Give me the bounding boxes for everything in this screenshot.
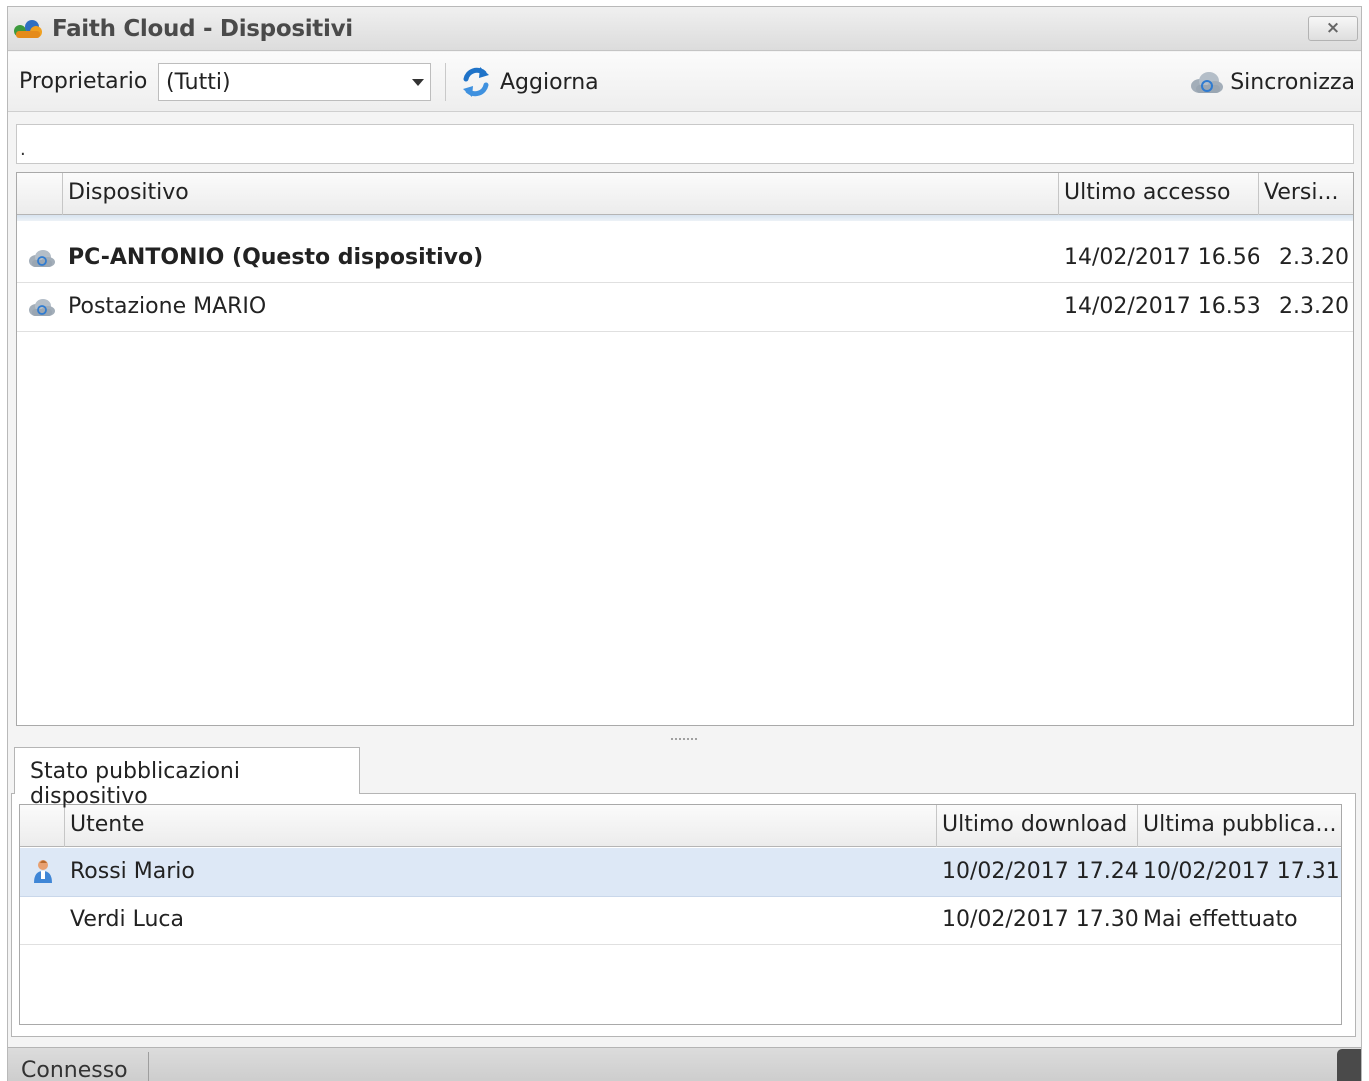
resize-grip-icon[interactable]: [1337, 1049, 1361, 1081]
toolbar-divider: [445, 63, 446, 101]
device-version: 2.3.20: [1279, 245, 1349, 270]
cloud-sync-icon: [29, 299, 55, 316]
device-name: PC-ANTONIO (Questo dispositivo): [68, 245, 484, 270]
column-header-last-publication[interactable]: Ultima pubblica...: [1138, 805, 1341, 847]
user-last-download: 10/02/2017 17.30: [942, 907, 1138, 932]
filter-value: .: [20, 139, 26, 160]
cloud-sync-icon: [1191, 72, 1224, 93]
users-grid-header: Utente Ultimo download Ultima pubblica..…: [20, 805, 1341, 847]
user-last-publication: Mai effettuato: [1143, 907, 1298, 932]
panel-splitter[interactable]: [671, 738, 697, 741]
header-separator: [17, 215, 1353, 221]
column-header-last-access[interactable]: Ultimo accesso: [1059, 173, 1259, 215]
user-row[interactable]: Rossi Mario 10/02/2017 17.24 10/02/2017 …: [20, 848, 1341, 897]
title-bar: Faith Cloud - Dispositivi ×: [8, 7, 1361, 51]
column-header-last-download[interactable]: Ultimo download: [937, 805, 1138, 847]
devices-grid-header: Dispositivo Ultimo accesso Versi...: [17, 173, 1353, 215]
toolbar: Proprietario (Tutti) Aggiorna Sincronizz…: [8, 52, 1361, 112]
refresh-icon: [463, 67, 489, 97]
refresh-label: Aggiorna: [500, 69, 599, 95]
devices-indicator-header: [17, 173, 63, 215]
device-name: Postazione MARIO: [68, 294, 267, 319]
owner-select[interactable]: (Tutti): [158, 63, 431, 101]
device-row[interactable]: PC-ANTONIO (Questo dispositivo) 14/02/20…: [17, 234, 1353, 283]
device-last-access: 14/02/2017 16.56: [1064, 245, 1259, 270]
owner-select-value: (Tutti): [166, 70, 231, 95]
users-grid: Utente Ultimo download Ultima pubblica..…: [19, 804, 1342, 1025]
user-icon: [34, 860, 52, 883]
refresh-button[interactable]: Aggiorna: [460, 60, 599, 104]
user-last-download: 10/02/2017 17.24: [942, 859, 1138, 884]
device-version: 2.3.20: [1279, 294, 1349, 319]
sync-label: Sincronizza: [1230, 69, 1355, 95]
devices-grid: Dispositivo Ultimo accesso Versi... PC-A…: [16, 172, 1354, 726]
app-logo-icon: [14, 20, 42, 38]
tab-label: Stato pubblicazioni dispositivo: [30, 759, 240, 809]
users-indicator-header: [20, 805, 65, 847]
status-bar: Connesso: [8, 1047, 1361, 1081]
main-window: Faith Cloud - Dispositivi × Proprietario…: [7, 6, 1362, 1081]
owner-label: Proprietario: [19, 69, 148, 94]
column-header-version[interactable]: Versi...: [1259, 173, 1353, 215]
column-header-device[interactable]: Dispositivo: [63, 173, 1059, 215]
cloud-sync-icon: [29, 250, 55, 267]
connection-status: Connesso: [21, 1058, 128, 1081]
user-name: Verdi Luca: [70, 907, 184, 932]
user-last-publication: 10/02/2017 17.31: [1143, 859, 1340, 884]
window-title: Faith Cloud - Dispositivi: [52, 16, 353, 42]
column-header-user[interactable]: Utente: [65, 805, 937, 847]
status-divider: [148, 1052, 149, 1081]
user-row[interactable]: Verdi Luca 10/02/2017 17.30 Mai effettua…: [20, 896, 1341, 945]
close-button[interactable]: ×: [1308, 16, 1358, 41]
sync-button[interactable]: Sincronizza: [1188, 60, 1355, 104]
user-name: Rossi Mario: [70, 859, 195, 884]
close-icon: ×: [1325, 18, 1341, 38]
device-last-access: 14/02/2017 16.53: [1064, 294, 1259, 319]
chevron-down-icon[interactable]: [412, 79, 424, 86]
filter-input[interactable]: .: [16, 124, 1354, 164]
tab-publication-status[interactable]: Stato pubblicazioni dispositivo: [14, 747, 360, 809]
device-row[interactable]: Postazione MARIO 14/02/2017 16.53 2.3.20: [17, 283, 1353, 332]
